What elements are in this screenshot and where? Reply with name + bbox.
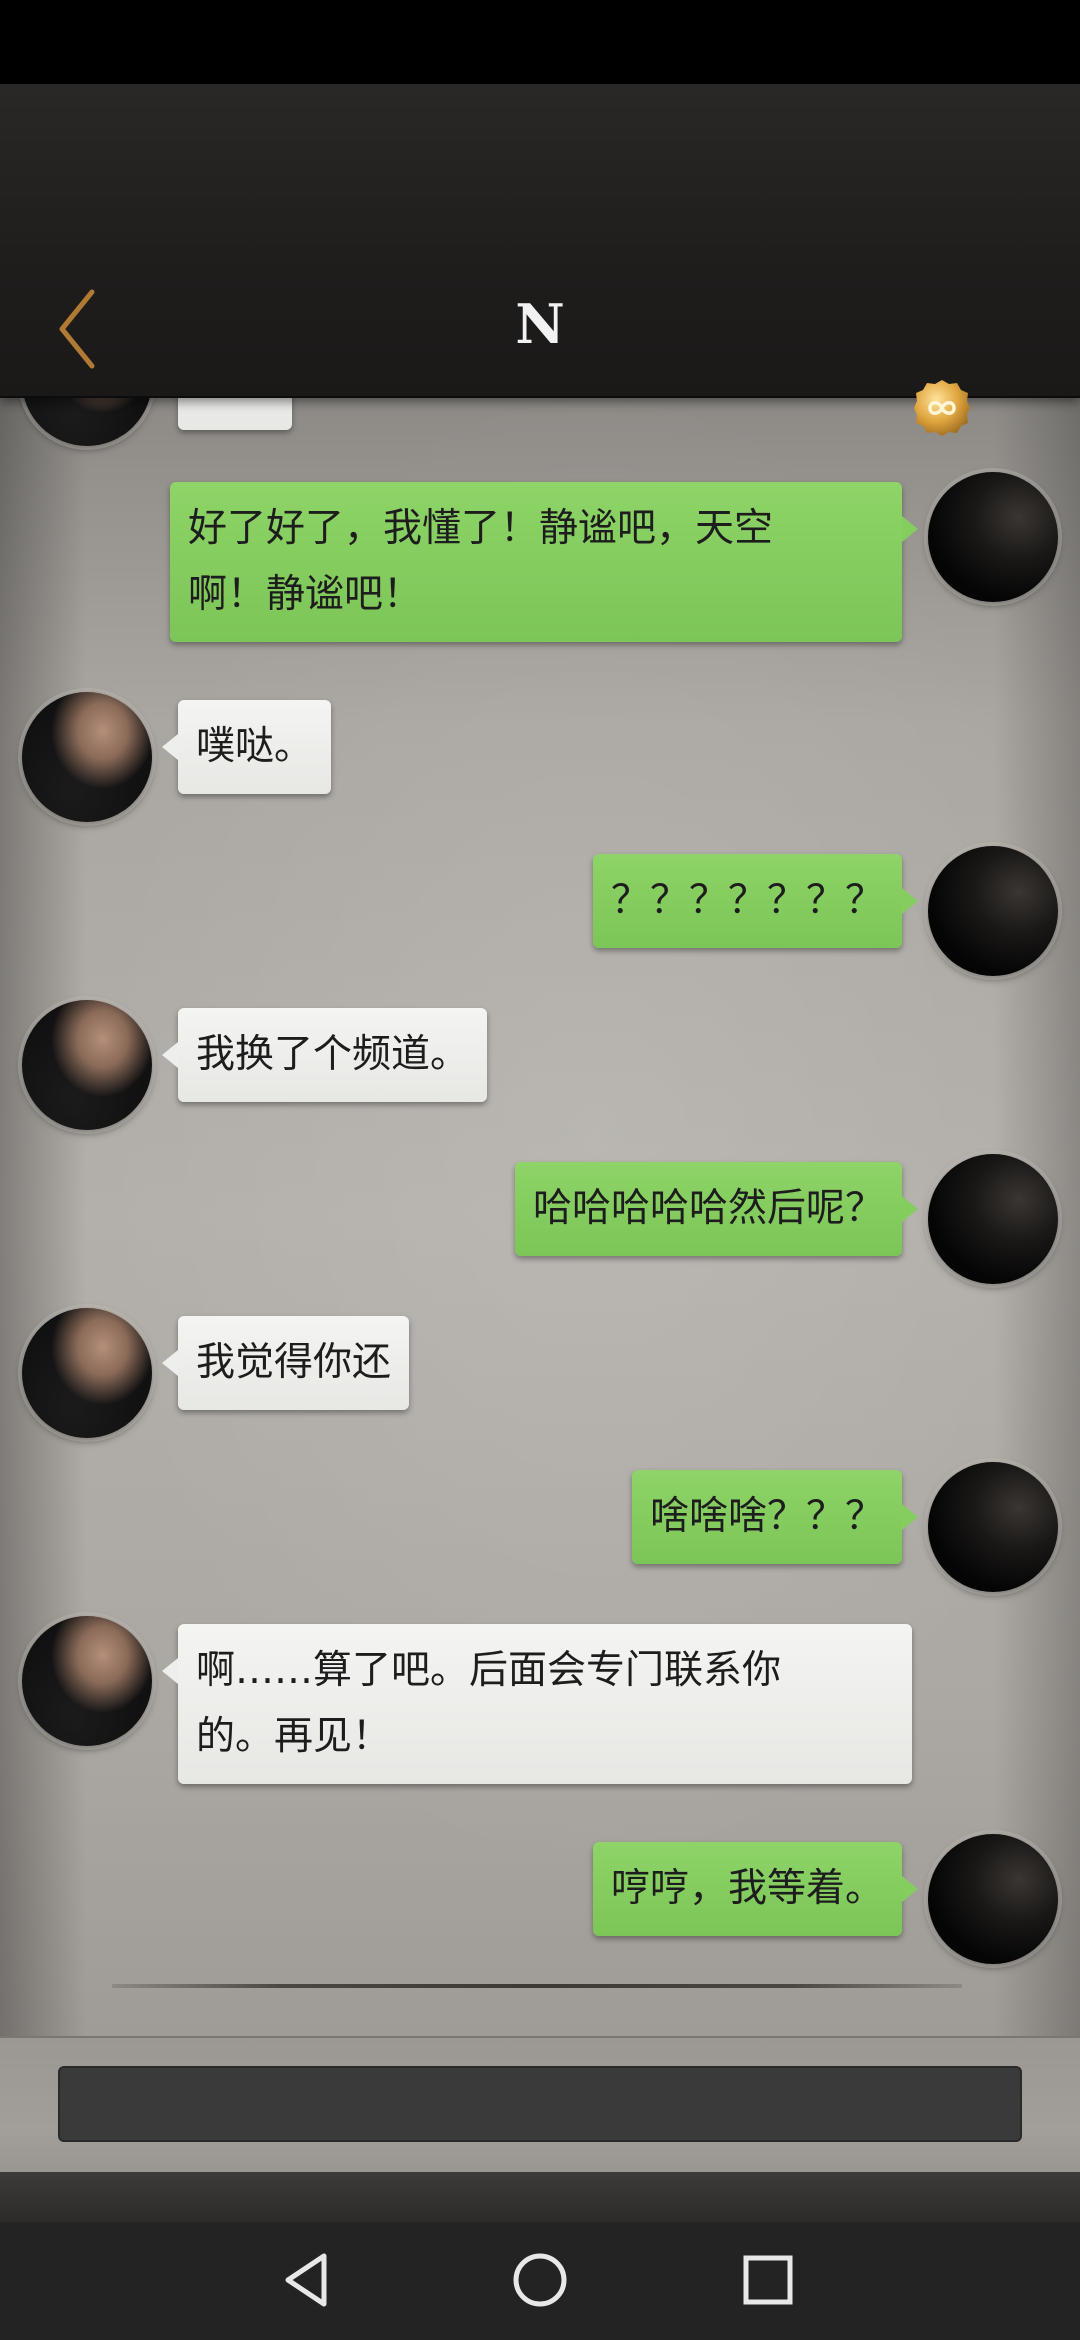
message-line: 啊……算了吧。后面会专门联系你 (196, 1648, 782, 1693)
message-line: 的。再见！ (196, 1714, 392, 1759)
status-bar (0, 0, 1080, 84)
message-line: 好了好了，我懂了！静谧吧，天空 (188, 506, 774, 551)
message-text: ？？？？？？？ (610, 878, 884, 923)
incoming-message[interactable]: 啊……算了吧。后面会专门联系你 的。再见！ (162, 1624, 912, 1784)
contact-avatar[interactable] (22, 1308, 152, 1438)
circle-home-icon (513, 2253, 567, 2307)
message-text: 哼哼，我等着。 (610, 1866, 884, 1911)
incoming-message[interactable]: 我换了个频道。 (161, 1008, 488, 1102)
my-avatar[interactable] (928, 846, 1058, 976)
message-line: 啊！静谧吧！ (188, 572, 423, 617)
message-list[interactable]: 嗯嗯 好了好了，我懂了！静谧吧，天空 啊！静谧吧！ 噗哒。 ？？？？？？？ 我换… (0, 396, 1080, 2036)
square-recent-icon (743, 2255, 793, 2305)
page-title: N (515, 292, 565, 356)
incoming-message[interactable]: 我觉得你还 (161, 1316, 410, 1410)
conversation-end-divider (112, 1984, 962, 1988)
message-text: 噗哒。 (196, 724, 314, 769)
contact-avatar[interactable] (22, 1000, 152, 1130)
incoming-message[interactable]: 噗哒。 (161, 700, 332, 794)
my-avatar[interactable] (928, 1834, 1058, 1964)
incoming-message[interactable]: 嗯嗯 (178, 396, 293, 430)
triangle-back-icon (285, 2253, 327, 2307)
nav-recent-button[interactable] (732, 2244, 804, 2316)
contact-avatar[interactable] (22, 692, 152, 822)
outgoing-message[interactable]: 哼哼，我等着。 (592, 1842, 919, 1936)
outgoing-message[interactable]: 好了好了，我懂了！静谧吧，天空 啊！静谧吧！ (170, 482, 918, 642)
message-text: 我换了个频道。 (196, 1032, 470, 1077)
message-input[interactable] (58, 2066, 1022, 2142)
nav-home-button[interactable] (504, 2244, 576, 2316)
my-avatar[interactable] (928, 1462, 1058, 1592)
contact-avatar[interactable] (22, 1616, 152, 1746)
infinity-button[interactable] (912, 378, 972, 438)
system-nav-bar (0, 2222, 1080, 2340)
my-avatar[interactable] (928, 472, 1058, 602)
my-avatar[interactable] (928, 1154, 1058, 1284)
chat-header: N (0, 84, 1080, 436)
bottom-strip (0, 2172, 1080, 2222)
outgoing-message[interactable]: 啥啥啥？？？ (631, 1470, 919, 1564)
infinity-coin-icon (914, 380, 970, 436)
nav-back-button[interactable] (272, 2244, 344, 2316)
outgoing-message[interactable]: 哈哈哈哈哈然后呢？ (514, 1162, 919, 1256)
message-text: 我觉得你还 (196, 1340, 392, 1385)
outgoing-message[interactable]: ？？？？？？？ (592, 854, 919, 948)
message-text: 哈哈哈哈哈然后呢？ (532, 1186, 884, 1231)
message-text: 啥啥啥？？？ (649, 1494, 884, 1539)
contact-avatar[interactable] (22, 396, 152, 446)
